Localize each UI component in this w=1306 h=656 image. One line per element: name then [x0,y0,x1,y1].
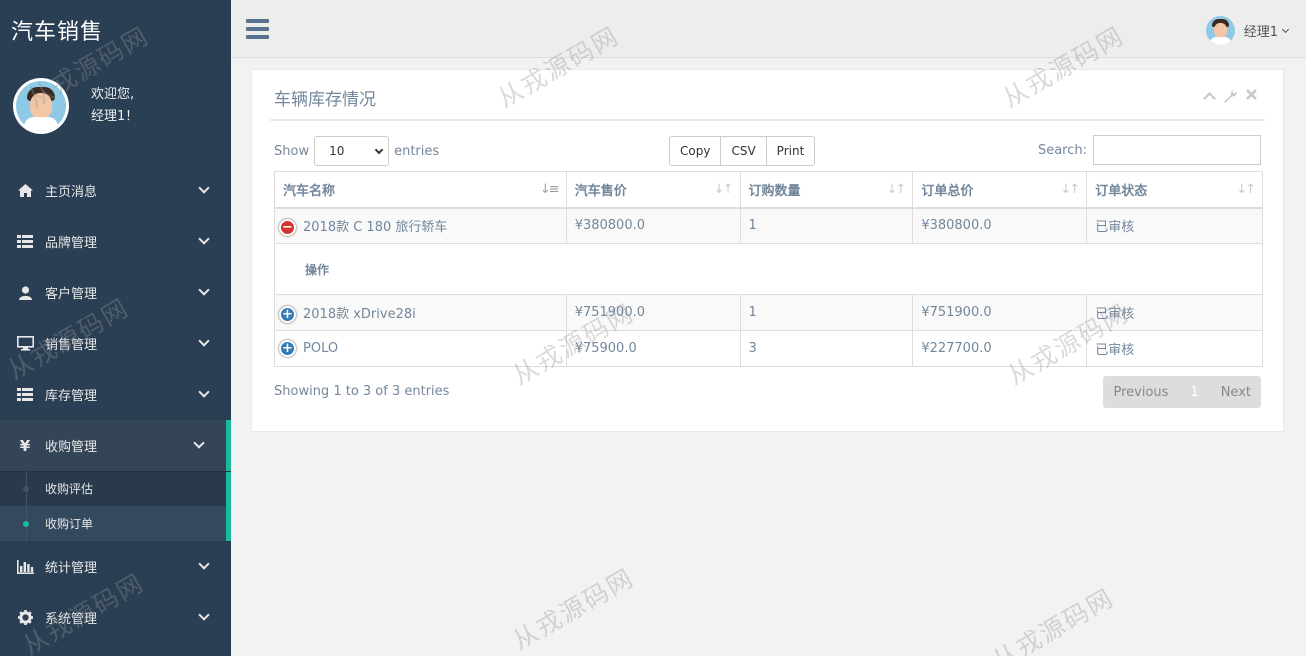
sidebar-item-label: 统计管理 [45,561,98,576]
pagination: Previous 1 Next [1103,376,1261,408]
chevron-down-icon [374,145,384,155]
watermark: 从戎源码网 [987,582,1119,656]
sidebar-item-inventory[interactable]: 库存管理 [0,369,231,420]
user-dropdown[interactable]: 经理1 [1205,16,1290,45]
sidebar: 汽车销售 欢迎您, 经理1！ 主页消息 品牌管理 客户管理 销售管理 库存管理 … [0,0,231,656]
monitor-icon [16,336,34,351]
top-nav: 经理1 [231,0,1306,58]
yen-icon: ¥ [19,436,31,455]
search-label: Search: [1037,142,1087,158]
column-header-price[interactable]: 汽车售价 ↓↑ [565,171,741,209]
table-row[interactable]: +2018款 xDrive28i ¥751900.0 1 ¥751900.0 已… [274,294,1263,331]
sidebar-item-customer[interactable]: 客户管理 [0,267,231,318]
table-row[interactable]: + POLO ¥75900.0 3 ¥227700.0 已审核 [274,330,1263,367]
sidebar-item-sales[interactable]: 销售管理 [0,318,231,369]
list-icon [16,235,34,248]
sidebar-item-system[interactable]: 系统管理 [0,592,231,643]
page-length-select[interactable]: 10 [314,136,390,166]
export-buttons: Copy CSV Print [669,136,816,166]
show-label: Show [274,143,310,159]
action-label: 操作 [274,243,1263,295]
sort-icon: ↓↑ [886,182,907,197]
avatar [1205,16,1235,45]
chevron-down-icon [198,609,210,621]
sort-icon: ↓↑ [1060,182,1080,197]
next-button[interactable]: Next [1211,376,1261,408]
close-icon[interactable] [1246,89,1257,107]
chevron-down-icon [198,386,210,398]
sidebar-item-label: 品牌管理 [45,236,98,251]
welcome-text: 欢迎您, [91,87,135,102]
sidebar-item-label: 库存管理 [45,389,98,404]
search-input[interactable] [1093,135,1261,165]
inventory-table: 汽车名称 ↓≡ 汽车售价 ↓↑ 订购数量 ↓↑ 订单总价 ↓↑ 订单状态 ↓↑ −2018… [274,171,1263,367]
profile-username: 经理1！ [91,109,139,124]
bar-chart-icon [16,559,34,574]
table-info: Showing 1 to 3 of 3 entries [274,384,450,399]
watermark: 从戎源码网 [507,562,639,656]
sort-icon: ↓↑ [1236,182,1256,197]
sidebar-item-brand[interactable]: 品牌管理 [0,216,231,267]
panel-title: 车辆库存情况 [274,90,376,110]
column-header-qty[interactable]: 订购数量 ↓↑ [739,171,914,209]
sidebar-subitem-evaluation[interactable]: 收购评估 [0,471,226,506]
user-name: 经理1 [1243,25,1278,40]
entries-label: entries [394,143,440,159]
page-length-control: Show 10 entries [274,136,439,166]
list-icon [16,388,34,401]
previous-button[interactable]: Previous [1103,376,1178,408]
sidebar-item-label: 收购管理 [45,440,98,455]
sidebar-item-home[interactable]: 主页消息 [0,165,231,216]
gear-icon [16,610,34,625]
sidebar-item-label: 销售管理 [45,338,98,353]
home-icon [16,184,34,197]
profile: 欢迎您, 经理1！ [0,58,231,154]
print-button[interactable]: Print [765,136,816,166]
acquisition-submenu: 收购评估 收购订单 [0,471,231,541]
column-header-status[interactable]: 订单状态 ↓↑ [1086,171,1263,209]
wrench-icon[interactable] [1223,89,1237,107]
avatar [13,78,69,134]
expand-row-icon[interactable]: + [279,305,296,323]
profile-info: 欢迎您, 经理1！ [91,84,138,128]
page-length-value: 10 [329,144,345,158]
column-header-name[interactable]: 汽车名称 ↓≡ [274,171,567,209]
sort-icon: ↓≡ [539,182,560,197]
row-detail: 操作 [274,243,1263,295]
sidebar-item-label: 系统管理 [45,612,98,627]
column-header-total[interactable]: 订单总价 ↓↑ [912,171,1088,209]
chevron-down-icon [198,284,210,296]
page-button[interactable]: 1 [1178,376,1210,408]
panel-toolbox [1203,89,1257,107]
divider [270,119,1265,121]
user-icon [16,285,34,300]
chevron-down-icon [198,233,210,245]
search-control: Search: [1038,135,1261,165]
inventory-panel: 车辆库存情况 Show 10 entries Copy CSV Print Se… [251,69,1284,432]
copy-button[interactable]: Copy [669,136,722,166]
collapse-row-icon[interactable]: − [279,218,296,236]
collapse-icon[interactable] [1203,92,1216,105]
side-menu: 主页消息 品牌管理 客户管理 销售管理 库存管理 ¥ 收购管理 收购评估 收购订… [0,165,231,643]
sidebar-item-acquisition[interactable]: ¥ 收购管理 [0,420,231,471]
sidebar-subitem-orders[interactable]: 收购订单 [0,506,226,541]
sidebar-item-label: 主页消息 [45,185,98,200]
sidebar-item-label: 客户管理 [45,287,98,302]
table-row[interactable]: −2018款 C 180 旅行轿车 ¥380800.0 1 ¥380800.0 … [274,207,1263,244]
chevron-down-icon [193,437,205,449]
sidebar-item-statistics[interactable]: 统计管理 [0,541,231,592]
csv-button[interactable]: CSV [720,136,767,166]
menu-toggle-icon[interactable] [246,19,269,39]
brand-title[interactable]: 汽车销售 [0,0,231,58]
sort-icon: ↓↑ [713,182,734,197]
chevron-down-icon [198,182,210,194]
chevron-down-icon [198,558,210,570]
chevron-down-icon [198,335,210,347]
expand-row-icon[interactable]: + [279,340,296,357]
chevron-down-icon [1281,25,1290,33]
